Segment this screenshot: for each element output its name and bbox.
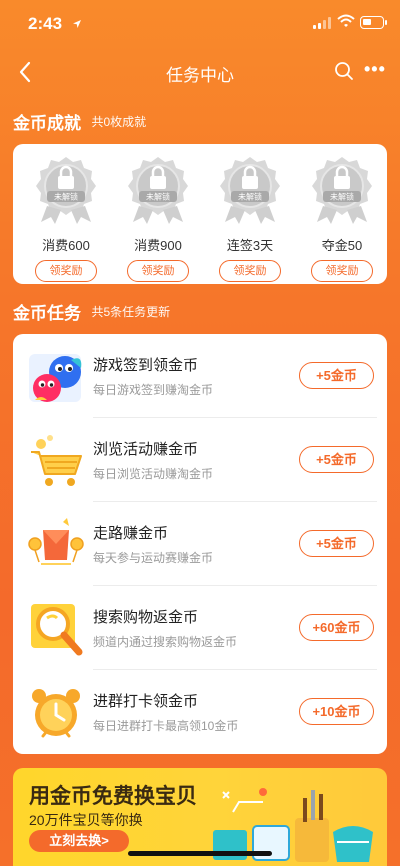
task-description: 每日浏览活动赚淘金币 — [93, 467, 214, 481]
search-icon[interactable] — [333, 60, 355, 82]
locked-medal-icon: 未解锁 — [36, 157, 96, 224]
task-title: 搜索购物返金币 — [93, 609, 199, 626]
task-row: 走路赚金币 每天参与运动赛赚金币 +5金币 — [13, 502, 387, 586]
task-reward-button[interactable]: +5金币 — [299, 362, 374, 389]
locked-medal-icon: 未解锁 — [220, 157, 280, 224]
medal-status-label: 未解锁 — [238, 192, 262, 202]
task-reward-button[interactable]: +5金币 — [299, 446, 374, 473]
tasks-subtitle: 共5条任务更新 — [91, 305, 171, 319]
alarm-clock-icon — [32, 689, 80, 738]
magnifier-icon — [31, 604, 83, 656]
task-reward-button[interactable]: +5金币 — [299, 530, 374, 557]
task-description: 频道内通过搜索购物返金币 — [93, 635, 238, 649]
claim-reward-button[interactable]: 领奖励 — [35, 260, 97, 282]
battery-icon — [360, 16, 387, 29]
achievements-title: 金币成就 — [13, 114, 81, 133]
red-envelope-icon — [28, 518, 84, 565]
exchange-now-button[interactable]: 立刻去换> — [29, 830, 129, 852]
task-row: 进群打卡领金币 每日进群打卡最高领10金币 +10金币 — [13, 670, 387, 754]
task-title: 游戏签到领金币 — [93, 357, 199, 374]
shopping-cart-icon — [31, 435, 82, 486]
banner-subtitle: 20万件宝贝等你换 — [29, 812, 143, 828]
task-title: 浏览活动赚金币 — [93, 441, 199, 458]
medal-status-label: 未解锁 — [146, 192, 170, 202]
task-description: 每日进群打卡最高领10金币 — [93, 719, 239, 733]
claim-reward-button[interactable]: 领奖励 — [127, 260, 189, 282]
task-description: 每日游戏签到赚淘金币 — [93, 383, 214, 397]
achievement-label: 消费900 — [134, 238, 182, 253]
claim-reward-button[interactable]: 领奖励 — [311, 260, 373, 282]
achievement-item: 未解锁 消费600 领奖励 — [29, 154, 103, 282]
medal-status-label: 未解锁 — [54, 192, 78, 202]
claim-reward-button[interactable]: 领奖励 — [219, 260, 281, 282]
nav-bar: 任务中心 ••• — [0, 50, 400, 94]
task-description: 每天参与运动赛赚金币 — [93, 551, 214, 565]
banner-title: 用金币免费换宝贝 — [29, 785, 197, 808]
task-reward-button[interactable]: +60金币 — [299, 614, 374, 641]
status-time: 2:43 — [28, 14, 63, 33]
achievements-header: 金币成就 共0枚成就 — [13, 109, 146, 134]
locked-medal-icon: 未解锁 — [312, 157, 372, 224]
game-character-icon — [29, 354, 82, 402]
achievements-card: 未解锁 消费600 领奖励 未解锁 消费900 领奖励 未解锁 连签3天 领奖励… — [13, 144, 387, 284]
task-title: 走路赚金币 — [93, 525, 169, 542]
tasks-card: 游戏签到领金币 每日游戏签到赚淘金币 +5金币 浏览活动赚金币 每日浏览活动赚淘… — [13, 334, 387, 754]
achievement-item: 未解锁 夺金50 领奖励 — [305, 154, 379, 282]
wifi-icon — [337, 14, 355, 27]
task-reward-button[interactable]: +10金币 — [299, 698, 374, 725]
achievement-label: 消费600 — [42, 238, 90, 253]
achievement-item: 未解锁 连签3天 领奖励 — [213, 154, 287, 282]
cellular-signal-icon — [313, 17, 333, 29]
tasks-header: 金币任务 共5条任务更新 — [13, 299, 170, 324]
task-row: 搜索购物返金币 频道内通过搜索购物返金币 +60金币 — [13, 586, 387, 670]
achievement-label: 连签3天 — [226, 238, 274, 253]
achievements-subtitle: 共0枚成就 — [91, 115, 147, 129]
location-arrow-icon — [73, 20, 81, 28]
more-menu-icon[interactable]: ••• — [364, 60, 390, 82]
status-bar: 2:43 — [0, 0, 400, 46]
achievement-item: 未解锁 消费900 领奖励 — [121, 154, 195, 282]
locked-medal-icon: 未解锁 — [128, 157, 188, 224]
home-indicator — [128, 851, 272, 856]
achievement-label: 夺金50 — [321, 238, 363, 253]
task-title: 进群打卡领金币 — [93, 693, 199, 710]
task-row: 游戏签到领金币 每日游戏签到赚淘金币 +5金币 — [13, 334, 387, 418]
task-row: 浏览活动赚金币 每日浏览活动赚淘金币 +5金币 — [13, 418, 387, 502]
tasks-title: 金币任务 — [13, 304, 81, 323]
medal-status-label: 未解锁 — [330, 192, 354, 202]
